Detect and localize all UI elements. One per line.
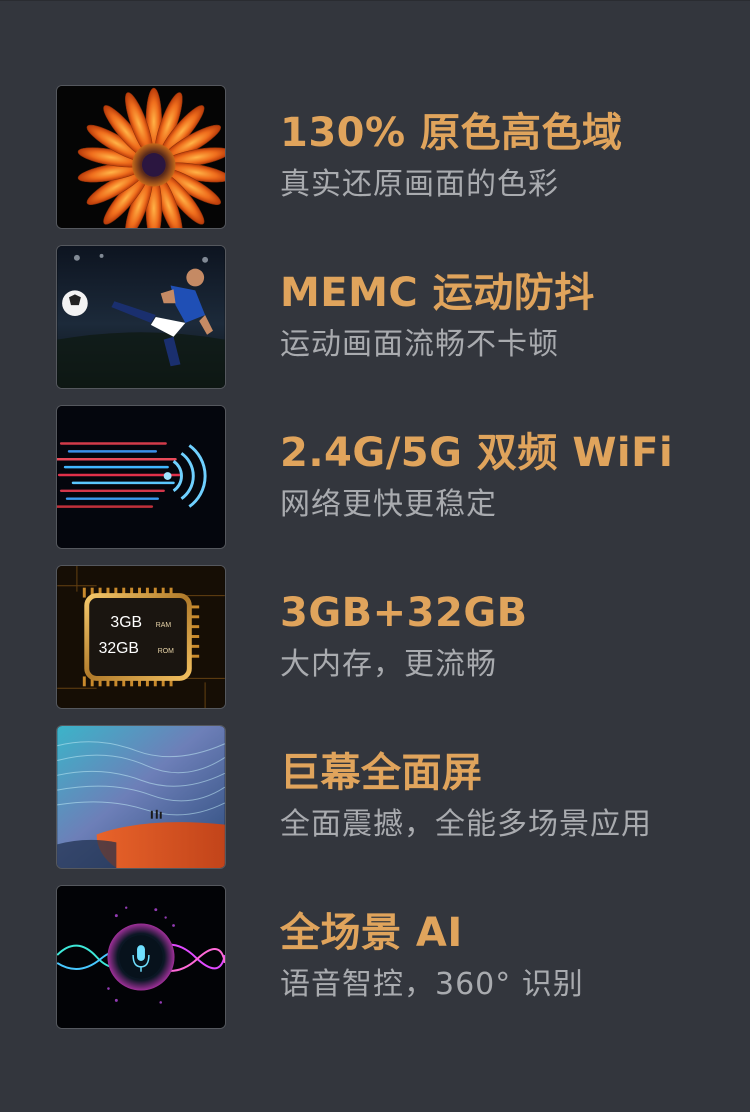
feature-title: 3GB+32GB [280, 590, 528, 636]
top-divider [0, 0, 750, 1]
feature-subtitle: 真实还原画面的色彩 [280, 167, 559, 202]
feature-subtitle: 语音智控，360° 识别 [280, 967, 584, 1002]
feature-subtitle: 运动画面流畅不卡顿 [280, 327, 559, 362]
wifi-signal-image [56, 405, 226, 549]
feature-ai: 全场景 AI 语音智控，360° 识别 [56, 885, 696, 1029]
rom-value: 32GB [99, 640, 139, 657]
memory-chip-image: 3GB RAM 32GB ROM [56, 565, 226, 709]
feature-color-gamut: 130% 原色高色域 真实还原画面的色彩 [56, 85, 696, 229]
soccer-player-image [56, 245, 226, 389]
feature-memc: MEMC 运动防抖 运动画面流畅不卡顿 [56, 245, 696, 389]
rom-label: ROM [158, 648, 174, 655]
feature-wifi: 2.4G/5G 双频 WiFi 网络更快更稳定 [56, 405, 696, 549]
ram-label: RAM [156, 622, 172, 629]
feature-subtitle: 全面震撼，全能多场景应用 [280, 807, 652, 842]
voice-microphone-image [56, 885, 226, 1029]
feature-subtitle: 大内存，更流畅 [280, 647, 497, 682]
feature-title: 2.4G/5G 双频 WiFi [280, 430, 674, 476]
feature-subtitle: 网络更快更稳定 [280, 487, 497, 522]
landscape-image [56, 725, 226, 869]
feature-memory: 3GB RAM 32GB ROM 3GB+32GB 大内存，更流畅 [56, 565, 696, 709]
feature-title: 130% 原色高色域 [280, 110, 623, 156]
feature-title: 全场景 AI [280, 910, 463, 956]
ram-value: 3GB [110, 614, 142, 631]
feature-title: MEMC 运动防抖 [280, 270, 595, 316]
feature-title: 巨幕全面屏 [280, 750, 483, 796]
flower-image [56, 85, 226, 229]
feature-fullscreen: 巨幕全面屏 全面震撼，全能多场景应用 [56, 725, 696, 869]
